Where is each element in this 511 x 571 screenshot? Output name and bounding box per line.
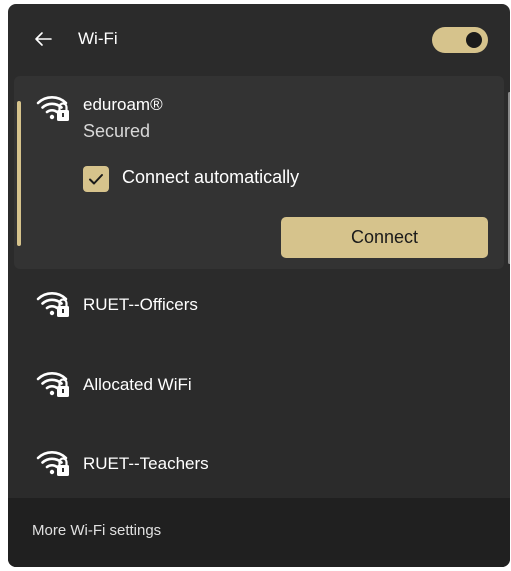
wifi-secured-icon: [36, 289, 72, 319]
network-item[interactable]: RUET--Teachers: [14, 428, 504, 500]
network-item[interactable]: RUET--Officers: [14, 269, 504, 341]
back-button[interactable]: [32, 28, 54, 50]
network-name: eduroam®: [83, 95, 163, 114]
wifi-flyout: Wi-Fi eduroam® Secured Connect automatic…: [8, 4, 510, 567]
network-item[interactable]: Allocated WiFi: [14, 349, 504, 421]
checkmark-icon: [89, 174, 103, 185]
wifi-header: Wi-Fi: [8, 4, 510, 76]
network-name: Allocated WiFi: [83, 375, 192, 394]
wifi-secured-icon: [36, 93, 72, 123]
network-name: RUET--Officers: [83, 295, 198, 314]
network-name: RUET--Teachers: [83, 454, 209, 473]
page-title: Wi-Fi: [78, 29, 118, 48]
flyout-footer: More Wi-Fi settings: [8, 498, 510, 567]
network-list: eduroam® Secured Connect automatically C…: [8, 76, 510, 498]
wifi-secured-icon: [36, 369, 72, 399]
wifi-toggle[interactable]: [432, 27, 488, 53]
more-wifi-settings-link[interactable]: More Wi-Fi settings: [32, 522, 161, 539]
selection-indicator: [17, 101, 21, 246]
wifi-secured-icon: [36, 448, 72, 478]
toggle-knob: [466, 32, 482, 48]
network-item-selected[interactable]: eduroam® Secured Connect automatically C…: [14, 76, 510, 269]
network-status: Secured: [83, 121, 151, 141]
scrollbar[interactable]: [508, 92, 510, 264]
connect-automatically-checkbox[interactable]: [83, 166, 109, 192]
connect-button[interactable]: Connect: [281, 217, 488, 258]
connect-automatically-label: Connect automatically: [122, 167, 300, 187]
arrow-left-icon: [35, 32, 52, 46]
